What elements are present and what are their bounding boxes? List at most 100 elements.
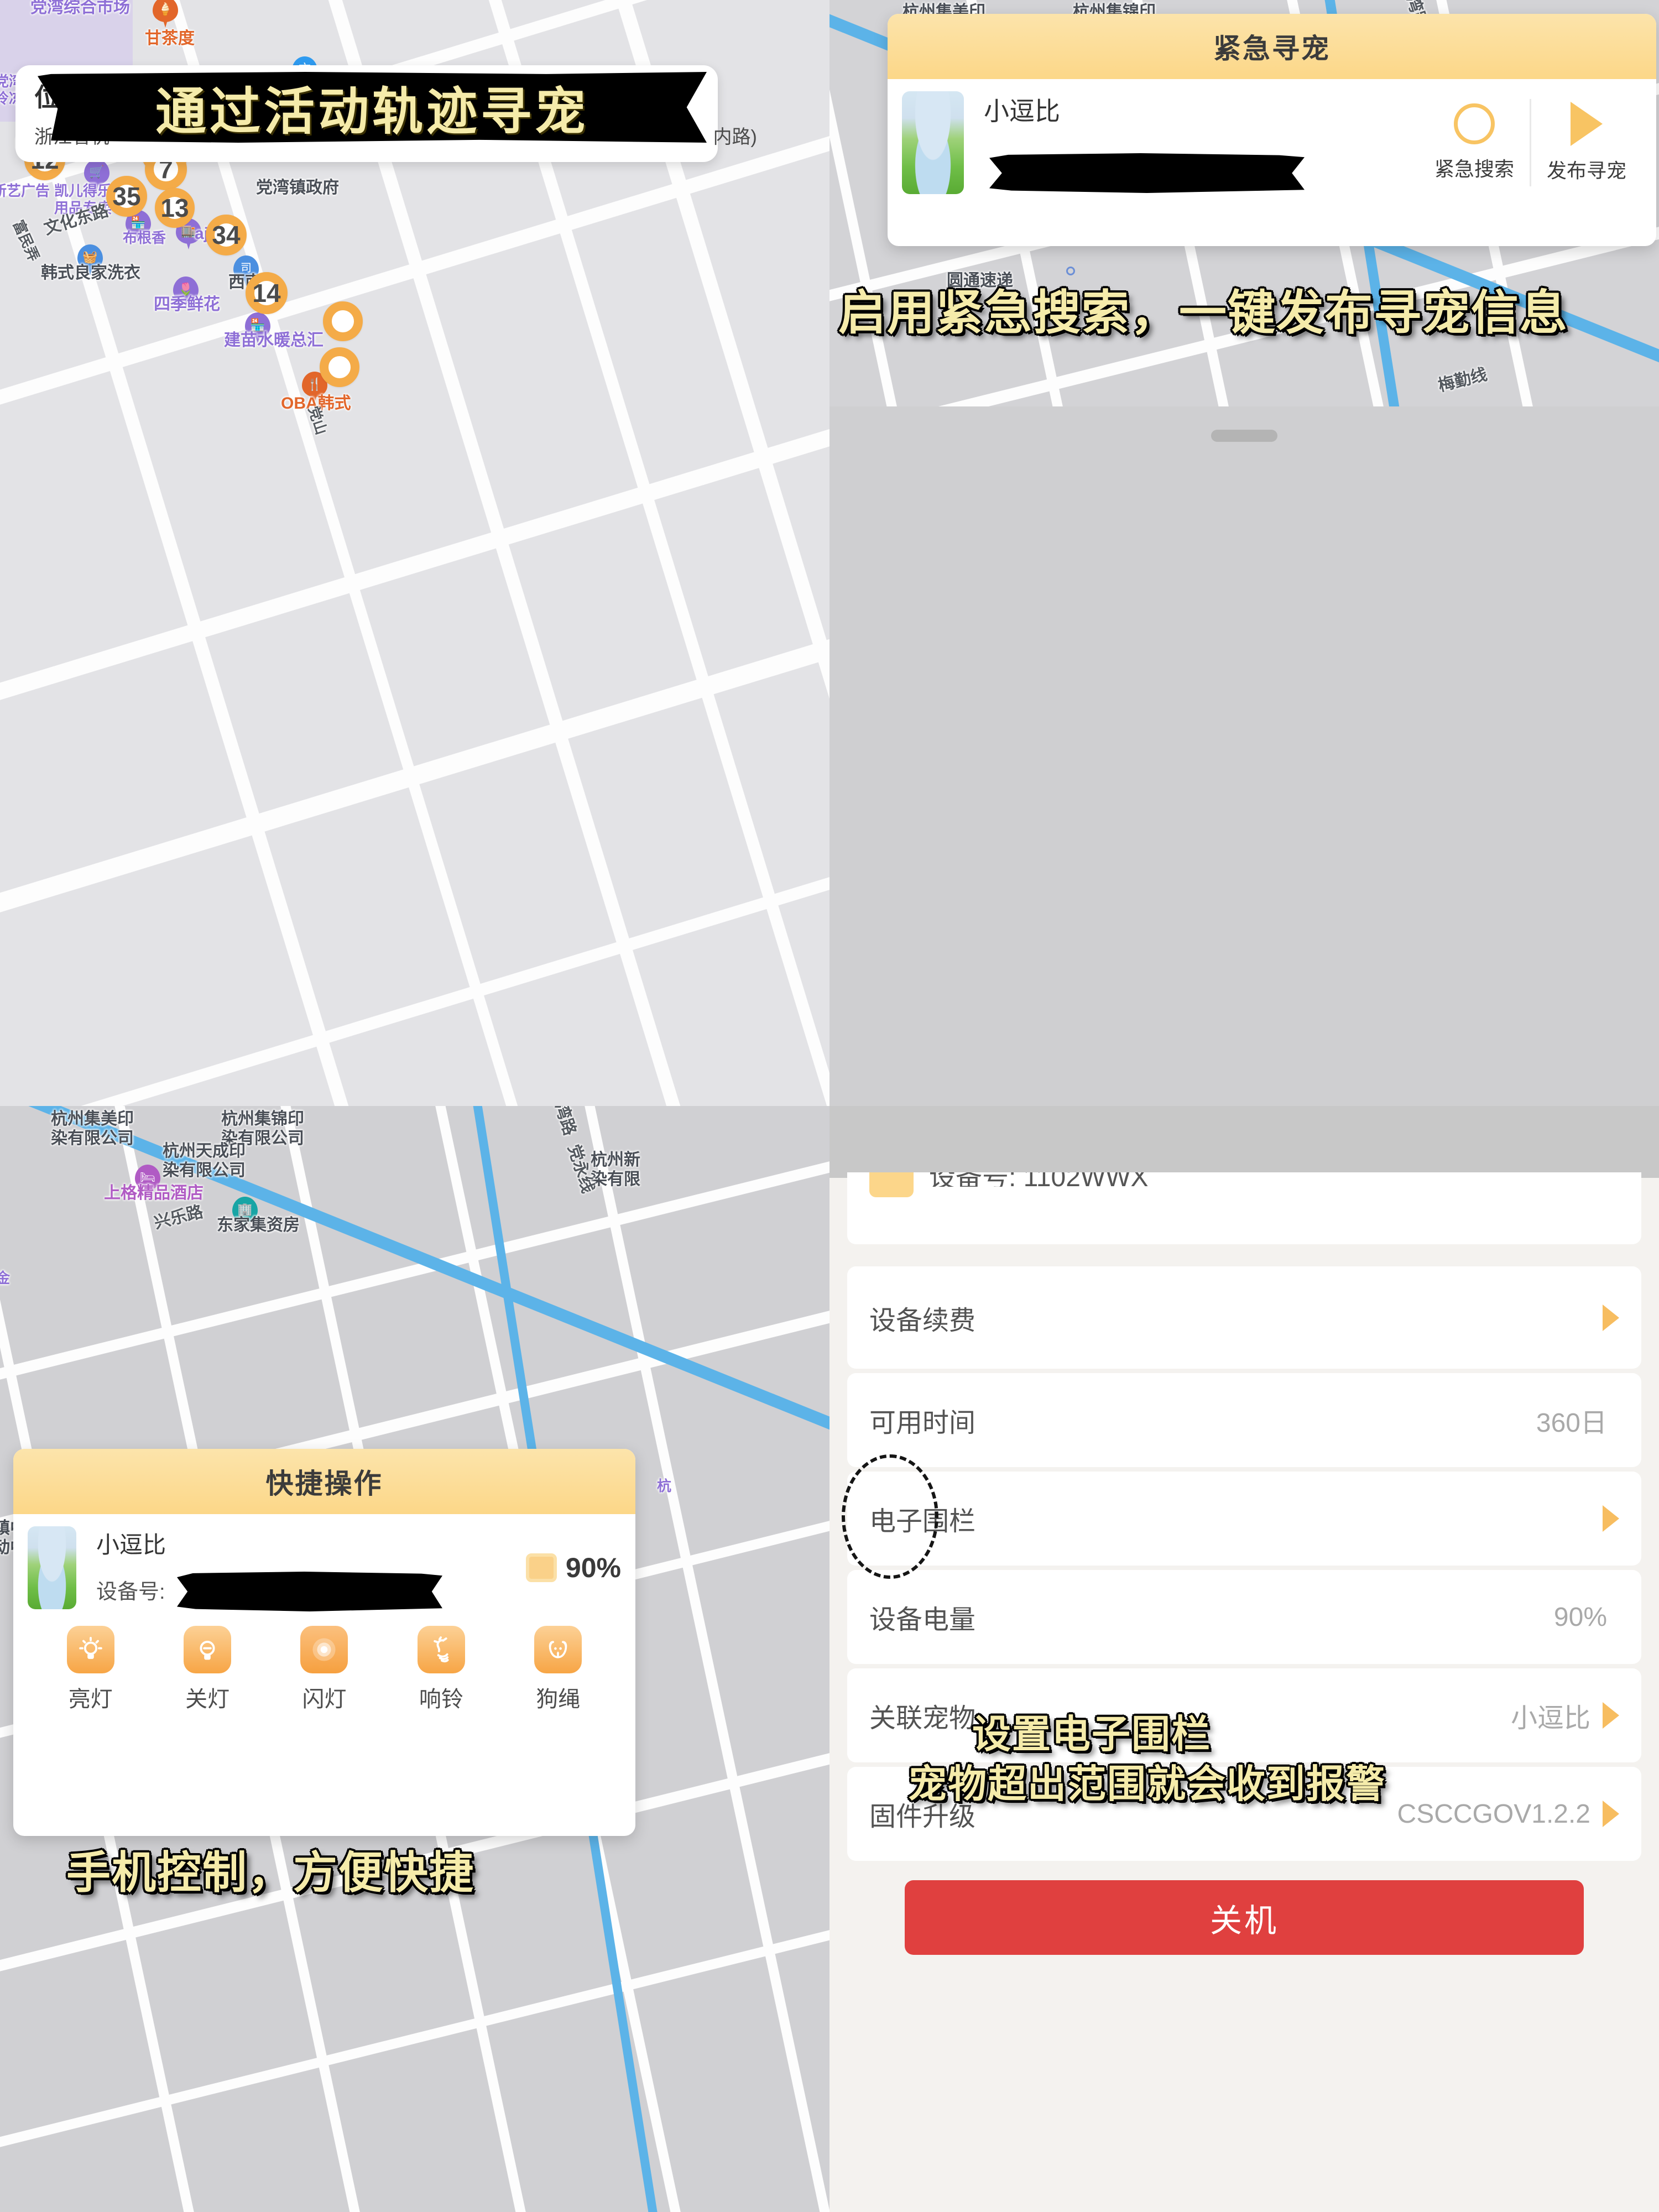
battery-indicator: 90% bbox=[525, 1552, 621, 1584]
settings-group-geofence: 电子围栏 bbox=[847, 1472, 1641, 1566]
highlight-circle bbox=[842, 1454, 938, 1579]
settings-group-device-id: 设备号: 1102WWX bbox=[847, 1172, 1641, 1244]
map-label: 韩式良家洗衣 bbox=[41, 264, 140, 282]
trace-point[interactable]: 35 bbox=[106, 176, 147, 217]
card-header: 紧急寻宠 bbox=[888, 14, 1656, 79]
light-off-icon bbox=[184, 1626, 232, 1673]
caption-geofence-line2: 宠物超出范围就会收到报警 bbox=[908, 1761, 1386, 1807]
trace-point[interactable] bbox=[323, 301, 363, 341]
partial-device-id: 设备号: 1102WWX bbox=[929, 1172, 1619, 1187]
caption-text: 通过活动轨迹寻宠 bbox=[155, 82, 589, 142]
quick-op-light-off[interactable]: 关灯 bbox=[166, 1626, 249, 1713]
publish-lost-pet-label: 发布寻宠 bbox=[1546, 159, 1626, 182]
map-label: 东家集资房 bbox=[217, 1216, 300, 1234]
row-value: 小逗比 bbox=[1510, 1704, 1590, 1733]
trace-point[interactable]: 14 bbox=[246, 272, 288, 314]
quick-op-label: 关灯 bbox=[185, 1687, 230, 1712]
table-row[interactable]: 关联宠物 小逗比 bbox=[847, 1668, 1641, 1762]
card-header: 快捷操作 bbox=[13, 1449, 635, 1514]
map-label: 布根香 bbox=[123, 229, 166, 246]
quick-op-light-flash[interactable]: 闪灯 bbox=[283, 1626, 366, 1713]
map-label: 杭州天成印 染有限公司 bbox=[163, 1142, 246, 1180]
quick-operation-grid: 亮灯 关灯 闪灯 响铃 狗绳 bbox=[13, 1620, 635, 1732]
emergency-actions: 紧急搜索 发布寻宠 bbox=[1419, 91, 1642, 194]
publish-lost-pet-button[interactable]: 发布寻宠 bbox=[1531, 91, 1642, 194]
shop-pin-icon: 🍦 bbox=[153, 0, 178, 30]
pet-meta: 小逗比 设备号: bbox=[96, 1526, 526, 1611]
dog-leash-icon bbox=[534, 1626, 582, 1673]
pet-name: 小逗比 bbox=[984, 97, 1060, 126]
row-label: 设备电量 bbox=[869, 1605, 976, 1635]
emergency-pet-card: 紧急寻宠 小逗比 紧急搜索 发布寻宠 bbox=[888, 14, 1656, 246]
map-label: 甘茶度 bbox=[145, 29, 195, 48]
battery-icon bbox=[525, 1553, 557, 1582]
settings-group-available-time: 可用时间 360日 bbox=[847, 1373, 1641, 1467]
settings-group-renew: 设备续费 bbox=[847, 1266, 1641, 1369]
pet-name: 小逗比 bbox=[96, 1532, 166, 1558]
pet-summary-row: 小逗比 设备号: 90% bbox=[13, 1514, 635, 1620]
quick-operations-card: 快捷操作 小逗比 设备号: 90% 亮灯 关灯 闪灯 响铃 狗绳 bbox=[13, 1449, 635, 1836]
quick-operations-panel: 杭州集美印 染有限公司 杭州集锦印 染有限公司 杭州天成印 染有限公司 杭州新 … bbox=[0, 1106, 830, 2212]
circle-outline-icon bbox=[1454, 103, 1495, 144]
emergency-search-panel: 杭州集美印 染有限公司 杭州集锦印 染有限公司 杭州天成印 染有限公司 杭州新 … bbox=[830, 0, 1659, 1106]
map-label: 杭 bbox=[657, 1478, 672, 1494]
chevron-right-icon bbox=[1603, 1505, 1619, 1532]
shutdown-button[interactable]: 关机 bbox=[905, 1880, 1584, 1955]
map-label: 杭州新 染有限 bbox=[591, 1151, 640, 1189]
map-canvas-trace[interactable]: 党湾综合市场 甘茶度 🍦 萧山区党湾成 文 东景苑 富民弄 党湾力 冷冻 时 🛒… bbox=[0, 0, 830, 1106]
chevron-right-icon bbox=[1603, 1702, 1619, 1729]
trace-point[interactable] bbox=[320, 347, 359, 387]
quick-op-leash[interactable]: 狗绳 bbox=[517, 1626, 599, 1713]
emergency-search-button[interactable]: 紧急搜索 bbox=[1419, 91, 1530, 194]
row-label: 电子围栏 bbox=[869, 1507, 976, 1536]
light-on-icon bbox=[66, 1626, 114, 1673]
pet-summary-row: 小逗比 紧急搜索 发布寻宠 bbox=[888, 79, 1656, 205]
device-settings-panel: 设备号: 1102WWX 设备续费 可用时间 360日 电子围栏 bbox=[830, 1106, 1659, 2212]
quick-op-label: 亮灯 bbox=[68, 1687, 113, 1712]
play-triangle-icon bbox=[1571, 102, 1603, 146]
pet-avatar[interactable] bbox=[28, 1526, 76, 1609]
settings-group-linked-pet: 关联宠物 小逗比 bbox=[847, 1668, 1641, 1762]
card-title: 快捷操作 bbox=[265, 1468, 383, 1499]
table-row[interactable]: 电子围栏 bbox=[847, 1472, 1641, 1566]
map-label: 富民弄 bbox=[9, 217, 43, 264]
map-label: 建苗水暖总汇 bbox=[224, 331, 324, 349]
quick-op-bell[interactable]: 响铃 bbox=[400, 1626, 483, 1713]
row-label: 设备续费 bbox=[869, 1306, 976, 1335]
caption-quickops: 手机控制，方便快捷 bbox=[66, 1847, 474, 1898]
caption-banner-trace: 通过活动轨迹寻宠 bbox=[38, 72, 707, 143]
sheet-drag-handle[interactable] bbox=[1211, 430, 1277, 442]
quick-op-light-on[interactable]: 亮灯 bbox=[49, 1626, 132, 1713]
map-label: 党湾镇政府 bbox=[256, 179, 339, 197]
screenshot-collage: 党湾综合市场 甘茶度 🍦 萧山区党湾成 文 东景苑 富民弄 党湾力 冷冻 时 🛒… bbox=[0, 0, 1659, 2212]
trace-point[interactable]: 34 bbox=[206, 215, 247, 255]
battery-percent: 90% bbox=[565, 1552, 621, 1583]
shutdown-label: 关机 bbox=[1209, 1902, 1279, 1939]
pet-avatar[interactable] bbox=[902, 91, 964, 194]
map-label: 湾路 bbox=[551, 1106, 580, 1138]
quick-op-label: 响铃 bbox=[419, 1687, 463, 1712]
caption-emergency: 启用紧急搜索，一键发布寻宠信息 bbox=[838, 285, 1568, 341]
map-label: 梅勤线 bbox=[1436, 365, 1489, 395]
quick-op-label: 狗绳 bbox=[536, 1687, 581, 1712]
map-label: 杭州集美印 染有限公司 bbox=[51, 1110, 134, 1148]
table-row: 设备电量 90% bbox=[847, 1570, 1641, 1664]
trace-point[interactable]: 13 bbox=[155, 188, 195, 228]
map-label: 党湾综合市场 bbox=[30, 0, 130, 17]
map-label: 新艺广告 bbox=[0, 182, 50, 199]
quick-op-label: 闪灯 bbox=[302, 1687, 347, 1712]
map-label: 金 bbox=[0, 1270, 11, 1286]
trace-map-panel: 党湾综合市场 甘茶度 🍦 萧山区党湾成 文 东景苑 富民弄 党湾力 冷冻 时 🛒… bbox=[0, 0, 830, 1106]
redaction-bar bbox=[989, 153, 1305, 193]
table-row[interactable]: 设备号: 1102WWX bbox=[847, 1172, 1641, 1244]
settings-scroll-area[interactable]: 设备号: 1102WWX 设备续费 可用时间 360日 电子围栏 bbox=[830, 1106, 1659, 2212]
map-label: 上格精品酒店 bbox=[104, 1184, 204, 1202]
pet-meta: 小逗比 bbox=[984, 91, 1419, 194]
bell-ring-icon bbox=[417, 1626, 465, 1673]
card-title: 紧急寻宠 bbox=[1213, 33, 1331, 64]
light-flash-icon bbox=[300, 1626, 348, 1673]
row-value: CSCCGOV1.2.2 bbox=[1397, 1799, 1590, 1829]
row-value: 90% bbox=[1553, 1602, 1607, 1632]
table-row[interactable]: 设备续费 bbox=[847, 1266, 1641, 1369]
emergency-search-label: 紧急搜索 bbox=[1434, 158, 1514, 180]
